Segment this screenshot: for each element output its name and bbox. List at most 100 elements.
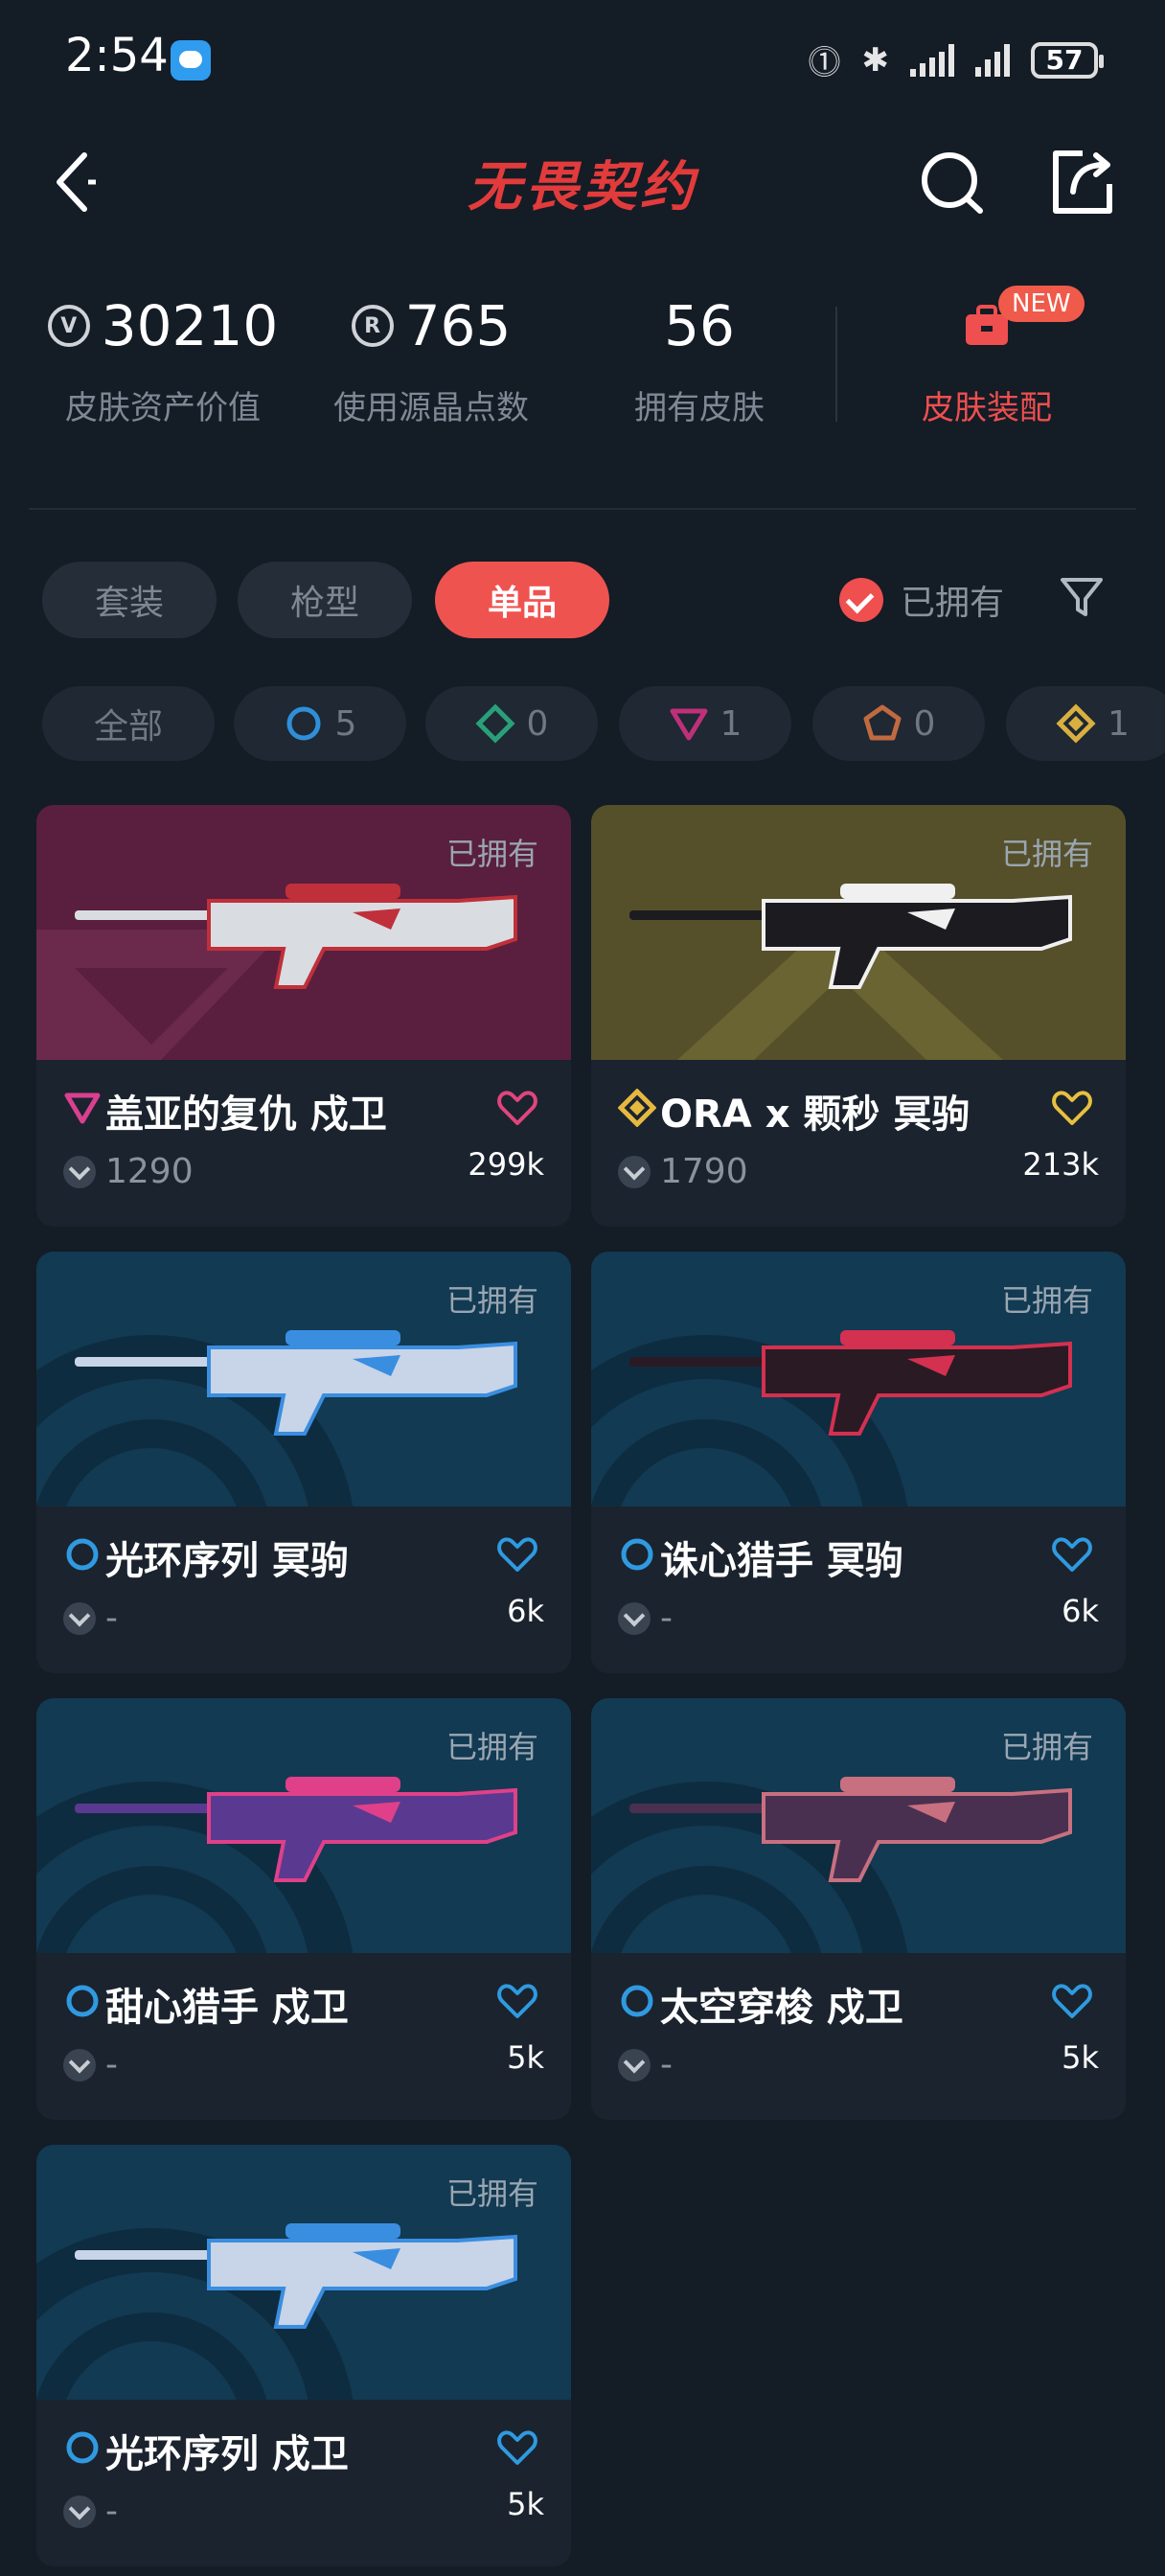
- owned-filter-toggle[interactable]: 已拥有: [839, 575, 1004, 625]
- card-image: 已拥有: [36, 805, 571, 1060]
- tier-icon: [64, 1092, 101, 1124]
- tab-weapon-type[interactable]: 枪型: [238, 562, 412, 638]
- heart-icon[interactable]: [1051, 1535, 1093, 1574]
- card-image: 已拥有: [36, 1698, 571, 1953]
- vp-coin-icon: [63, 2496, 96, 2528]
- vp-coin-icon: [618, 1602, 651, 1635]
- radianite-icon: R: [351, 305, 394, 347]
- divider: [835, 307, 837, 422]
- skin-price: -: [105, 1598, 118, 1638]
- bluetooth-icon: ✱: [861, 40, 890, 80]
- skin-name: 光环序列 冥驹: [105, 1539, 349, 1583]
- tier-icon: [66, 1538, 99, 1571]
- card-image: 已拥有: [591, 805, 1126, 1060]
- share-icon[interactable]: [1044, 144, 1121, 220]
- heart-icon[interactable]: [496, 1982, 538, 2020]
- vp-coin-icon: [63, 1156, 96, 1188]
- skin-name: 甜心猎手 戍卫: [105, 1986, 349, 2030]
- owned-tag: 已拥有: [445, 1729, 538, 1765]
- card-image: 已拥有: [591, 1698, 1126, 1953]
- card-image: 已拥有: [36, 2145, 571, 2400]
- like-count: 5k: [1062, 2039, 1099, 2076]
- tier-chip-premium[interactable]: 1: [619, 686, 791, 761]
- new-badge: NEW: [998, 286, 1085, 322]
- owned-tag: 已拥有: [1000, 1729, 1093, 1765]
- like-count: 299k: [468, 1146, 544, 1183]
- filter-icon[interactable]: [1058, 573, 1106, 621]
- stat-label: 拥有皮肤: [634, 389, 765, 427]
- like-count: 6k: [1062, 1593, 1099, 1629]
- chip-count: 1: [720, 703, 742, 744]
- premium-tier-icon: [670, 708, 708, 741]
- status-bar: 2:54 ⓵ ✱ 57: [0, 0, 1165, 115]
- skin-card[interactable]: 已拥有光环序列 戍卫 - 5k: [36, 2145, 571, 2566]
- like-count: 5k: [507, 2486, 544, 2522]
- stats-row: V 30210 皮肤资产价值 R 765 使用源晶点数 56 拥有皮肤 皮肤装配: [0, 288, 1165, 450]
- exclusive-tier-icon: [863, 704, 902, 741]
- skin-name: 盖亚的复仇 戍卫: [105, 1092, 387, 1137]
- tab-bundles[interactable]: 套装: [42, 562, 217, 638]
- vp-coin-icon: [63, 1602, 96, 1635]
- owned-tag: 已拥有: [1000, 1282, 1093, 1319]
- card-image: 已拥有: [591, 1252, 1126, 1506]
- tier-icon: [66, 2431, 99, 2464]
- tier-icon: [621, 1985, 653, 2017]
- tier-icon: [66, 1985, 99, 2017]
- owned-tag: 已拥有: [445, 2175, 538, 2212]
- vp-coin-icon: [618, 1156, 651, 1188]
- tab-single-items[interactable]: 单品: [435, 562, 609, 638]
- heart-icon[interactable]: [1051, 1089, 1093, 1127]
- skin-name: ORA x 颗秒 冥驹: [660, 1092, 971, 1137]
- skin-card[interactable]: 已拥有光环序列 冥驹 - 6k: [36, 1252, 571, 1673]
- tier-icon: [618, 1089, 656, 1127]
- heart-icon[interactable]: [1051, 1982, 1093, 2020]
- divider: [29, 508, 1136, 510]
- heart-icon[interactable]: [496, 1535, 538, 1574]
- battery-icon: 57: [1031, 41, 1104, 79]
- status-time: 2:54: [65, 29, 169, 82]
- chip-label: 全部: [93, 707, 163, 747]
- signal-icon: [910, 43, 954, 77]
- message-app-icon: [171, 40, 211, 80]
- tier-chip-exclusive[interactable]: 0: [812, 686, 985, 761]
- vp-coin-icon: V: [47, 305, 90, 347]
- heart-icon[interactable]: [496, 2428, 538, 2467]
- select-tier-icon: [286, 706, 321, 741]
- tier-chip-deluxe[interactable]: 0: [425, 686, 598, 761]
- chip-count: 1: [1108, 703, 1130, 744]
- deluxe-tier-icon: [475, 703, 515, 744]
- skin-card[interactable]: 已拥有甜心猎手 戍卫 - 5k: [36, 1698, 571, 2120]
- card-image: 已拥有: [36, 1252, 571, 1506]
- like-count: 5k: [507, 2039, 544, 2076]
- loadout-label: 皮肤装配: [922, 389, 1052, 427]
- chip-count: 5: [334, 703, 357, 744]
- skin-name: 光环序列 戍卫: [105, 2432, 349, 2476]
- signal-icon-2: [975, 43, 1010, 77]
- skin-price: -: [105, 2045, 118, 2084]
- like-count: 213k: [1022, 1146, 1099, 1183]
- skin-price: 1790: [660, 1152, 748, 1191]
- tier-chip-select[interactable]: 5: [234, 686, 406, 761]
- vp-coin-icon: [63, 2049, 96, 2082]
- stat-label: 皮肤资产价值: [65, 389, 261, 427]
- owned-tag: 已拥有: [445, 836, 538, 872]
- stat-skin-value: V 30210 皮肤资产价值: [38, 288, 287, 428]
- skin-card[interactable]: 已拥有 ORA x 颗秒 冥驹 1790 213k: [591, 805, 1126, 1227]
- tier-chip-ultra[interactable]: 1: [1006, 686, 1165, 761]
- tier-icon: [621, 1538, 653, 1571]
- tier-chip-all[interactable]: 全部: [42, 686, 215, 761]
- skin-price: -: [105, 2492, 118, 2531]
- search-icon[interactable]: [915, 144, 992, 220]
- skin-card[interactable]: 已拥有 太空穿梭 戍卫 - 5k: [591, 1698, 1126, 2120]
- stat-label: 使用源晶点数: [333, 389, 529, 427]
- owned-filter-label: 已拥有: [901, 584, 1005, 623]
- stat-value: 765: [404, 293, 512, 358]
- owned-tag: 已拥有: [1000, 836, 1093, 872]
- heart-icon[interactable]: [496, 1089, 538, 1127]
- skin-card[interactable]: 已拥有 诛心猎手 冥驹 - 6k: [591, 1252, 1126, 1673]
- like-count: 6k: [507, 1593, 544, 1629]
- skin-card[interactable]: 已拥有 盖亚的复仇 戍卫 1290 299k: [36, 805, 571, 1227]
- data-icon: ⓵: [808, 44, 841, 82]
- stat-radianite-points: R 765 使用源晶点数: [307, 288, 556, 428]
- checked-icon: [839, 578, 883, 622]
